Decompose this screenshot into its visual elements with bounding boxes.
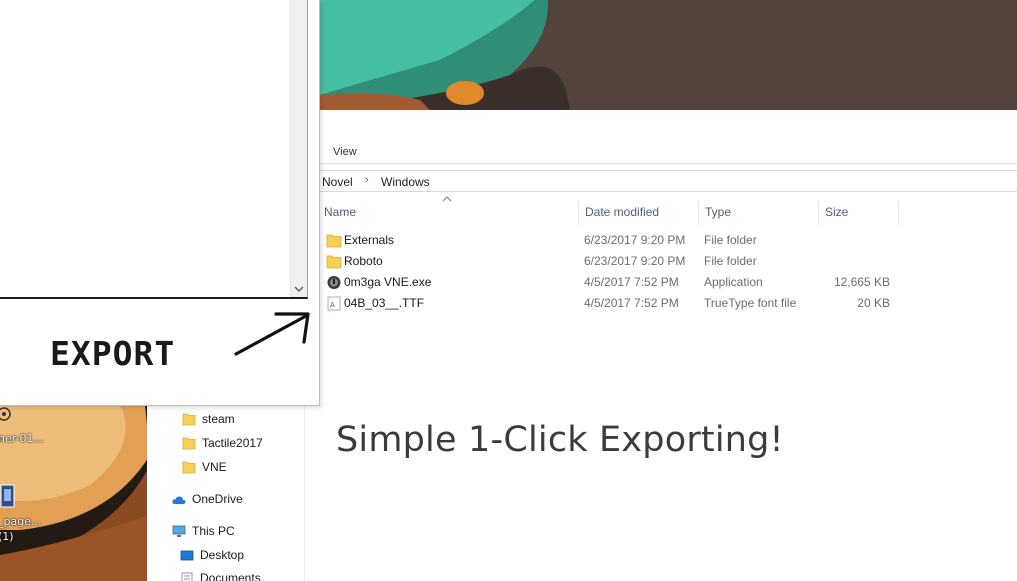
folder-icon <box>326 234 342 248</box>
nav-label: OneDrive <box>192 492 243 506</box>
file-row[interactable]: A 04B_03__.TTF 4/5/2017 7:52 PM TrueType… <box>322 293 902 314</box>
font-file-icon: A <box>327 296 341 311</box>
nav-label: Documents <box>200 571 261 581</box>
file-name: 04B_03__.TTF <box>344 296 425 310</box>
vertical-scrollbar[interactable] <box>290 0 307 297</box>
nav-label: steam <box>202 412 235 426</box>
file-date: 6/23/2017 9:20 PM <box>584 233 686 247</box>
banner-illustration <box>320 0 1017 110</box>
output-text-area[interactable] <box>0 0 308 299</box>
arrow-icon <box>234 312 310 356</box>
app-window: EXPORT <box>0 0 320 406</box>
file-type: Application <box>704 275 763 289</box>
file-row[interactable]: Externals 6/23/2017 9:20 PM File folder <box>322 230 902 251</box>
nav-label: Tactile2017 <box>202 436 263 450</box>
file-type: File folder <box>704 233 757 247</box>
app-icon <box>327 276 341 289</box>
folder-icon <box>182 437 196 450</box>
ribbon-divider <box>307 163 1017 164</box>
file-date: 4/5/2017 7:52 PM <box>584 275 679 289</box>
desktop-icon-label[interactable]: ner-01... <box>0 432 44 445</box>
svg-text:A: A <box>330 301 335 309</box>
address-bar[interactable]: l Novel › Windows <box>307 170 1017 192</box>
desktop-book-icon[interactable] <box>0 483 16 509</box>
file-date: 6/23/2017 9:20 PM <box>584 254 686 268</box>
file-name: Roboto <box>344 254 383 268</box>
chevron-down-icon[interactable] <box>291 281 307 297</box>
column-header-date[interactable]: Date modified <box>579 201 699 225</box>
export-button-label: EXPORT <box>50 337 175 369</box>
cloud-icon <box>172 496 186 504</box>
file-size: 20 KB <box>857 296 890 310</box>
folder-icon <box>182 461 196 474</box>
file-row[interactable]: Roboto 6/23/2017 9:20 PM File folder <box>322 251 902 272</box>
nav-label: This PC <box>192 524 235 538</box>
chevron-right-icon[interactable]: › <box>365 174 369 186</box>
desktop-icon-label[interactable]: (1) <box>0 530 14 543</box>
ribbon-tab-view[interactable]: View <box>333 146 357 158</box>
computer-icon <box>172 525 186 537</box>
address-segment[interactable]: l Novel <box>316 175 353 189</box>
navigation-pane: steam Tactile2017 VNE OneDrive This PC D… <box>147 400 305 581</box>
nav-label: Desktop <box>200 548 245 562</box>
banner-art <box>320 0 1017 110</box>
file-type: File folder <box>704 254 757 268</box>
file-row[interactable]: 0m3ga VNE.exe 4/5/2017 7:52 PM Applicati… <box>322 272 902 293</box>
file-type: TrueType font file <box>704 296 797 310</box>
column-header-name[interactable]: Name <box>318 201 579 225</box>
nav-label: VNE <box>202 460 227 474</box>
documents-icon <box>181 572 193 581</box>
desktop-settings-icon[interactable] <box>0 405 14 425</box>
feature-caption: Simple 1-Click Exporting! <box>336 420 784 460</box>
file-size: 12,665 KB <box>833 275 890 289</box>
file-date: 4/5/2017 7:52 PM <box>584 296 679 310</box>
desktop-icon <box>180 550 194 561</box>
desktop-background: ner-01... _page... (1) <box>0 405 150 581</box>
column-header-type[interactable]: Type <box>699 201 819 225</box>
folder-icon <box>182 413 196 426</box>
address-segment[interactable]: Windows <box>381 175 430 189</box>
column-header-size[interactable]: Size <box>819 201 899 225</box>
file-name: Externals <box>344 233 395 247</box>
export-button[interactable]: EXPORT <box>50 337 200 369</box>
file-name: 0m3ga VNE.exe <box>344 275 432 289</box>
folder-icon <box>326 255 342 269</box>
desktop-icon-label[interactable]: _page... <box>0 515 41 528</box>
